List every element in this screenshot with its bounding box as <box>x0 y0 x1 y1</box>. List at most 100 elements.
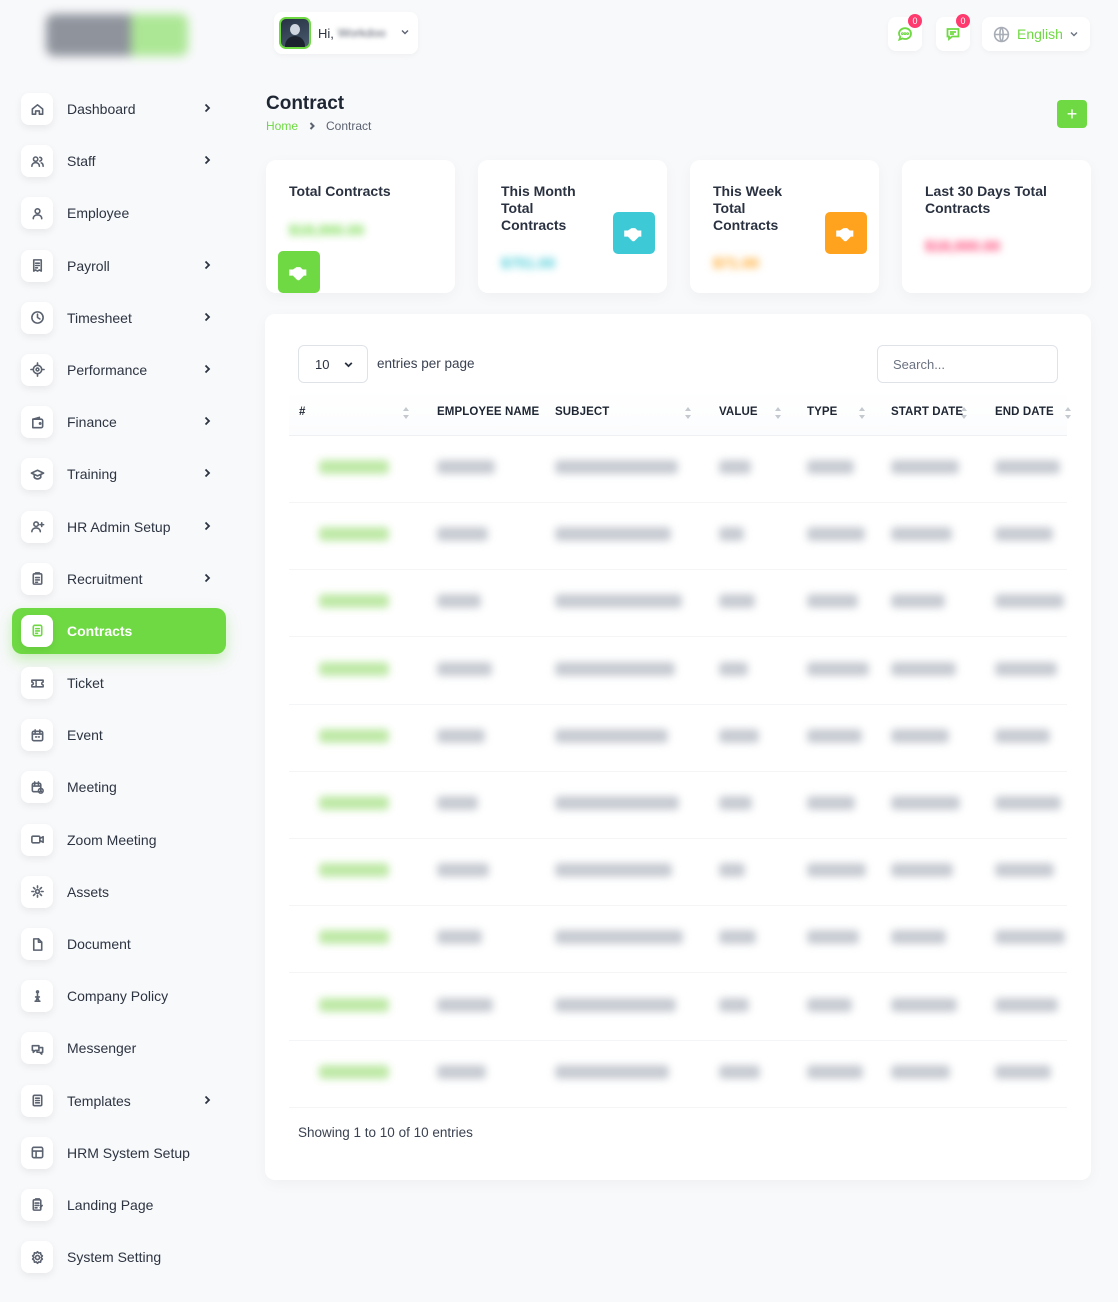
page-icon <box>21 1188 53 1221</box>
breadcrumb-current: Contract <box>326 119 372 133</box>
add-contract-button[interactable]: + <box>1057 100 1087 128</box>
column-header-type[interactable]: TYPE <box>807 406 837 418</box>
sort-icon[interactable] <box>685 406 692 420</box>
table-row[interactable] <box>289 705 1067 772</box>
sort-icon[interactable] <box>859 406 866 420</box>
table-cell <box>891 661 956 676</box>
user-menu[interactable]: Hi, Workdoo <box>274 12 418 54</box>
sidebar-item-company-policy[interactable]: Company Policy <box>12 973 226 1019</box>
sort-icon[interactable] <box>403 406 410 420</box>
language-selector[interactable]: English <box>982 17 1090 51</box>
chevron-down-icon <box>401 30 409 35</box>
table-row[interactable] <box>289 503 1067 571</box>
contract-id-cell[interactable] <box>319 594 389 609</box>
sidebar-item-label: Payroll <box>67 257 110 274</box>
sidebar-item-performance[interactable]: Performance <box>12 347 226 393</box>
contract-id-cell[interactable] <box>319 661 389 676</box>
contract-id-cell[interactable] <box>319 728 389 743</box>
table-row[interactable] <box>289 436 1067 503</box>
chevron-right-icon <box>200 362 214 376</box>
table-cell <box>437 728 485 743</box>
column-header-index[interactable]: # <box>299 406 306 418</box>
contract-id-cell[interactable] <box>319 863 389 878</box>
column-header-value[interactable]: VALUE <box>719 406 758 418</box>
stat-card: This Week Total Contracts $71.00 <box>690 160 879 293</box>
contract-id-cell[interactable] <box>319 997 389 1012</box>
table-cell <box>807 527 865 542</box>
sidebar-item-ticket[interactable]: Ticket <box>12 660 226 706</box>
user-name: Workdoo <box>337 26 386 40</box>
sidebar-item-finance[interactable]: Finance <box>12 399 226 445</box>
column-header-end-date[interactable]: END DATE <box>995 406 1054 418</box>
table-cell <box>719 728 759 743</box>
sort-icon[interactable] <box>1065 406 1072 420</box>
table-row[interactable] <box>289 772 1067 839</box>
table-cell <box>807 863 866 878</box>
sidebar-item-payroll[interactable]: Payroll <box>12 243 226 289</box>
sort-icon[interactable] <box>961 406 968 420</box>
notifications-button[interactable]: 0 <box>888 14 922 51</box>
sidebar-item-contracts[interactable]: Contracts <box>12 607 226 654</box>
chevron-right-icon <box>200 101 214 115</box>
contract-id-cell[interactable] <box>319 527 389 542</box>
calendar-icon <box>21 719 53 752</box>
sidebar-item-templates[interactable]: Templates <box>12 1078 226 1124</box>
stat-value: $71.00 <box>713 255 759 272</box>
table-row[interactable] <box>289 906 1067 974</box>
column-header-employee-name[interactable]: EMPLOYEE NAME <box>437 406 539 418</box>
contract-id-cell[interactable] <box>319 1064 389 1079</box>
table-cell <box>719 527 744 542</box>
sidebar-item-employee[interactable]: Employee <box>12 190 226 236</box>
sidebar-item-label: HRM System Setup <box>67 1144 190 1161</box>
table-row[interactable] <box>289 1041 1067 1108</box>
contract-id-cell[interactable] <box>319 930 389 945</box>
receipt-icon <box>21 249 53 282</box>
sort-icon[interactable] <box>775 406 782 420</box>
sidebar-item-event[interactable]: Event <box>12 712 226 758</box>
table-cell <box>995 594 1064 609</box>
table-cell <box>995 796 1061 810</box>
table-cell <box>719 796 752 810</box>
breadcrumb-home-link[interactable]: Home <box>266 119 298 133</box>
sidebar-item-dashboard[interactable]: Dashboard <box>12 86 226 132</box>
sidebar-item-assets[interactable]: Assets <box>12 869 226 915</box>
per-page-select[interactable]: 10 <box>298 345 368 383</box>
sidebar-item-messenger[interactable]: Messenger <box>12 1025 226 1071</box>
table-row[interactable] <box>289 638 1067 705</box>
clock-icon <box>21 301 53 334</box>
table-row[interactable] <box>289 974 1067 1041</box>
messages-button[interactable]: 0 <box>936 14 970 51</box>
sidebar-item-hr-admin-setup[interactable]: HR Admin Setup <box>12 504 226 550</box>
contract-id-cell[interactable] <box>319 796 389 810</box>
table-cell <box>555 661 675 676</box>
sidebar-item-label: Assets <box>67 883 110 900</box>
sidebar-item-zoom-meeting[interactable]: Zoom Meeting <box>12 817 226 863</box>
sidebar-item-label: Ticket <box>67 675 104 692</box>
table-cell <box>719 594 755 609</box>
table-cell <box>995 997 1058 1012</box>
breadcrumb: Home Contract <box>266 119 371 133</box>
app-logo[interactable] <box>46 14 188 56</box>
sidebar-item-label: Landing Page <box>67 1196 154 1213</box>
stat-card: Last 30 Days Total Contracts $18,000.00 <box>902 160 1091 293</box>
table-cell <box>555 863 672 878</box>
contract-id-cell[interactable] <box>319 460 389 474</box>
table-row[interactable] <box>289 570 1067 638</box>
table-cell <box>807 997 852 1012</box>
sidebar-item-recruitment[interactable]: Recruitment <box>12 556 226 602</box>
column-header-subject[interactable]: SUBJECT <box>555 406 609 418</box>
sidebar-item-hrm-system-setup[interactable]: HRM System Setup <box>12 1130 226 1176</box>
sidebar-item-label: Training <box>67 466 118 483</box>
sidebar-item-staff[interactable]: Staff <box>12 138 226 184</box>
sidebar-item-label: Zoom Meeting <box>67 831 157 848</box>
sidebar-item-timesheet[interactable]: Timesheet <box>12 295 226 341</box>
table-cell <box>555 728 668 743</box>
sidebar-item-system-setting[interactable]: System Setting <box>12 1234 226 1280</box>
column-header-start-date[interactable]: START DATE <box>891 406 963 418</box>
sidebar-item-landing-page[interactable]: Landing Page <box>12 1182 226 1228</box>
search-input[interactable] <box>877 345 1058 383</box>
sidebar-item-document[interactable]: Document <box>12 921 226 967</box>
sidebar-item-training[interactable]: Training <box>12 451 226 497</box>
table-row[interactable] <box>289 839 1067 907</box>
sidebar-item-meeting[interactable]: Meeting <box>12 764 226 810</box>
